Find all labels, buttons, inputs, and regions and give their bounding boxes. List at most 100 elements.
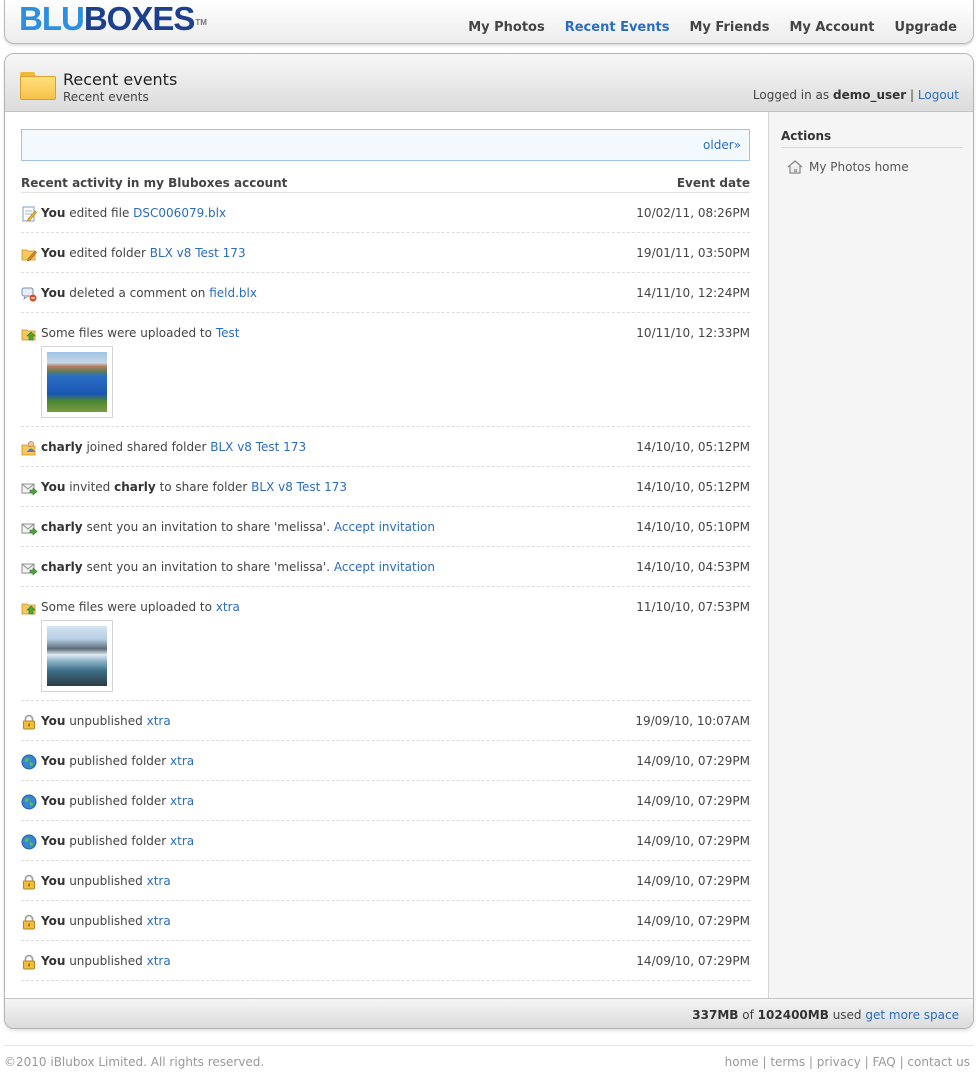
event-row: Some files were uploaded to xtra 11/10/10… — [21, 587, 750, 701]
event-text: You unpublished xtra — [41, 914, 171, 928]
event-description: joined shared folder — [86, 440, 207, 454]
lock-icon — [23, 954, 35, 970]
footer-separator: | — [860, 1055, 873, 1069]
footer-separator: | — [805, 1055, 817, 1069]
event-actor: You — [41, 286, 66, 300]
list-header: Recent activity in my Bluboxes account E… — [21, 176, 750, 193]
nav-my-friends[interactable]: My Friends — [689, 20, 769, 35]
event-text: You published folder xtra — [41, 754, 194, 768]
event-description: published folder — [69, 754, 167, 768]
event-actor: You — [41, 914, 66, 928]
event-date: 14/10/10, 05:12PM — [636, 480, 750, 494]
logo-trademark: TM — [195, 18, 207, 27]
folder-icon — [20, 72, 56, 100]
event-row: You published folder xtra 14/09/10, 07:29… — [21, 781, 750, 821]
event-text: You unpublished xtra — [41, 714, 171, 728]
event-actor: You — [41, 480, 66, 494]
photo-thumbnail[interactable] — [41, 346, 113, 418]
event-description: unpublished — [69, 714, 143, 728]
event-date: 14/10/10, 04:53PM — [636, 560, 750, 574]
footer-links: home | terms | privacy | FAQ | contact u… — [725, 1055, 970, 1069]
event-link[interactable]: DSC006079.blx — [133, 206, 226, 220]
event-row: charly sent you an invitation to share '… — [21, 507, 750, 547]
event-text: charly sent you an invitation to share '… — [41, 520, 435, 534]
event-date: 11/10/10, 07:53PM — [636, 600, 750, 614]
event-link[interactable]: xtra — [147, 954, 171, 968]
event-date: 19/09/10, 10:07AM — [635, 714, 750, 728]
sidebar-title: Actions — [781, 129, 832, 143]
event-row: You unpublished xtra 19/09/10, 10:07AM — [21, 701, 750, 741]
event-description: published folder — [69, 794, 167, 808]
event-text: charly sent you an invitation to share '… — [41, 560, 435, 574]
footer-link-home[interactable]: home — [725, 1055, 759, 1069]
event-link[interactable]: xtra — [216, 600, 240, 614]
event-date: 14/10/10, 05:12PM — [636, 440, 750, 454]
event-row: You edited folder BLX v8 Test 173 19/01/1… — [21, 233, 750, 273]
event-date: 14/09/10, 07:29PM — [636, 914, 750, 928]
nav-upgrade[interactable]: Upgrade — [895, 20, 957, 35]
event-row: charly joined shared folder BLX v8 Test … — [21, 427, 750, 467]
user-folder-icon — [21, 441, 36, 456]
footer-divider — [4, 1045, 974, 1046]
event-link[interactable]: xtra — [170, 794, 194, 808]
nav-recent-events[interactable]: Recent Events — [565, 20, 670, 35]
storage-total: 102400MB — [757, 1008, 829, 1022]
event-date: 14/10/10, 05:10PM — [636, 520, 750, 534]
event-row: You deleted a comment on field.blx 14/11/… — [21, 273, 750, 313]
event-actor: charly — [41, 560, 83, 574]
activity-column-header: Recent activity in my Bluboxes account — [21, 176, 288, 190]
footer-link-terms[interactable]: terms — [770, 1055, 805, 1069]
event-description: edited folder — [69, 246, 146, 260]
event-actor: You — [41, 206, 66, 220]
event-date: 14/09/10, 07:29PM — [636, 754, 750, 768]
event-link[interactable]: BLX v8 Test 173 — [210, 440, 306, 454]
event-description: unpublished — [69, 914, 143, 928]
footer-link-privacy[interactable]: privacy — [817, 1055, 861, 1069]
logout-link[interactable]: Logout — [918, 88, 959, 102]
invite-icon — [21, 563, 37, 576]
copyright: ©2010 iBlubox Limited. All rights reserv… — [4, 1055, 265, 1069]
footer-link-contact-us[interactable]: contact us — [907, 1055, 970, 1069]
event-actor: You — [41, 246, 66, 260]
event-link[interactable]: xtra — [147, 914, 171, 928]
event-text: You edited file DSC006079.blx — [41, 206, 226, 220]
event-actor: charly — [41, 440, 83, 454]
my-photos-home-label: My Photos home — [809, 160, 909, 174]
nav-my-photos[interactable]: My Photos — [468, 20, 545, 35]
event-text: Some files were uploaded to xtra — [41, 600, 240, 614]
event-date: 10/11/10, 12:33PM — [636, 326, 750, 340]
event-date: 14/09/10, 07:29PM — [636, 834, 750, 848]
event-link[interactable]: Accept invitation — [334, 560, 435, 574]
event-row: charly sent you an invitation to share '… — [21, 547, 750, 587]
event-description: invited — [69, 480, 111, 494]
event-link[interactable]: xtra — [147, 874, 171, 888]
event-link[interactable]: xtra — [170, 834, 194, 848]
get-more-space-link[interactable]: get more space — [865, 1008, 959, 1022]
event-link[interactable]: field.blx — [209, 286, 257, 300]
event-link[interactable]: BLX v8 Test 173 — [251, 480, 347, 494]
footer-link-faq[interactable]: FAQ — [873, 1055, 896, 1069]
event-link[interactable]: Test — [216, 326, 240, 340]
bluboxes-logo[interactable]: BLUBOXESTM — [19, 2, 207, 36]
event-link[interactable]: Accept invitation — [334, 520, 435, 534]
event-actor: You — [41, 714, 66, 728]
event-date: 10/02/11, 08:26PM — [636, 206, 750, 220]
top-bar: BLUBOXESTM My Photos Recent Events My Frie… — [4, 0, 974, 44]
login-separator: | — [910, 88, 915, 102]
event-description: deleted a comment on — [69, 286, 206, 300]
event-link[interactable]: xtra — [147, 714, 171, 728]
event-text: You published folder xtra — [41, 834, 194, 848]
main-nav: My Photos Recent Events My Friends My Accou… — [448, 20, 957, 35]
my-photos-home-link[interactable]: My Photos home — [787, 159, 909, 175]
login-status: Logged in as demo_user | Logout — [753, 88, 959, 102]
event-link[interactable]: BLX v8 Test 173 — [150, 246, 246, 260]
photo-thumbnail[interactable] — [41, 620, 113, 692]
invite-icon — [21, 483, 37, 496]
event-link[interactable]: xtra — [170, 754, 194, 768]
event-date: 14/09/10, 07:29PM — [636, 954, 750, 968]
event-text: You edited folder BLX v8 Test 173 — [41, 246, 246, 260]
nav-my-account[interactable]: My Account — [789, 20, 874, 35]
lock-icon — [23, 914, 35, 930]
event-description: published folder — [69, 834, 167, 848]
older-link[interactable]: older» — [703, 138, 741, 152]
